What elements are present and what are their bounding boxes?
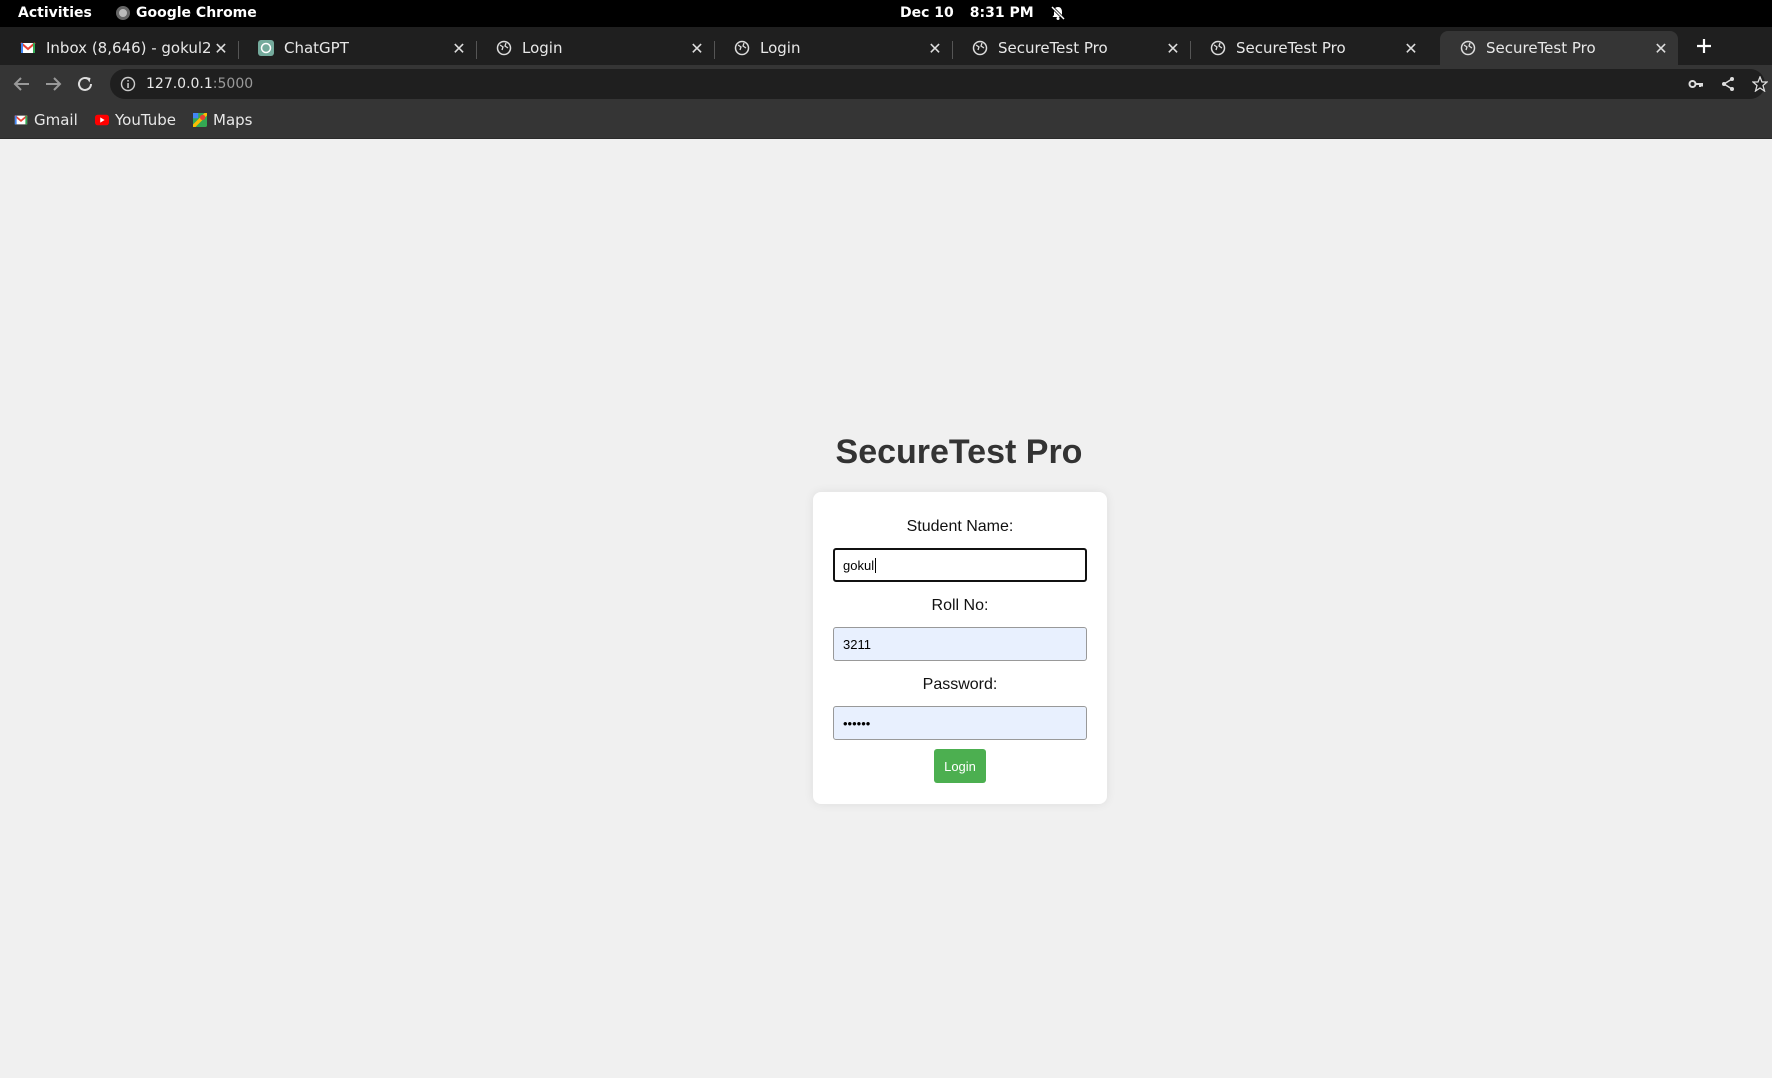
password-field[interactable]: ••••••: [833, 706, 1087, 740]
tab-title: Login: [522, 39, 563, 57]
tab-login-1[interactable]: Login ✕: [476, 31, 714, 65]
globe-icon: [734, 40, 750, 56]
plus-icon: [1697, 39, 1711, 53]
globe-icon: [1210, 40, 1226, 56]
tab-gmail-inbox[interactable]: Inbox (8,646) - gokul2003 ✕: [0, 31, 238, 65]
app-menu[interactable]: Google Chrome: [116, 5, 257, 21]
tab-securetest-2[interactable]: SecureTest Pro ✕: [1190, 31, 1428, 65]
gmail-icon: [20, 42, 36, 53]
globe-icon: [972, 40, 988, 56]
maps-icon: [193, 113, 207, 127]
tab-title: Login: [760, 39, 801, 57]
globe-icon: [496, 40, 512, 56]
clock-date: Dec 10: [900, 5, 954, 21]
clock-time: 8:31 PM: [969, 5, 1034, 21]
arrow-left-icon: [13, 77, 29, 91]
student-name-field[interactable]: gokul: [833, 548, 1087, 582]
text-caret: [875, 557, 877, 573]
globe-icon: [1460, 40, 1476, 56]
arrow-right-icon: [46, 77, 62, 91]
tab-strip: Inbox (8,646) - gokul2003 ✕ ChatGPT ✕ Lo…: [0, 27, 1772, 65]
tab-title: SecureTest Pro: [998, 39, 1108, 57]
tab-title: SecureTest Pro: [1486, 39, 1596, 57]
chatgpt-icon: [258, 40, 274, 56]
forward-button[interactable]: [41, 72, 65, 96]
bookmark-label: Gmail: [34, 111, 78, 129]
url-host: 127.0.0.1: [146, 76, 213, 92]
login-form: Student Name: gokul Roll No: 3211 Passwo…: [813, 492, 1107, 804]
bookmark-star-button[interactable]: [1750, 74, 1770, 94]
bookmark-youtube[interactable]: YouTube: [95, 111, 176, 129]
close-icon[interactable]: ✕: [210, 37, 232, 59]
chrome-icon: [116, 6, 130, 20]
address-bar[interactable]: 127.0.0.1:5000: [110, 69, 1765, 99]
bookmark-label: Maps: [213, 111, 253, 129]
login-button[interactable]: Login: [934, 749, 986, 783]
close-icon[interactable]: ✕: [924, 37, 946, 59]
star-icon: [1752, 76, 1768, 92]
password-label: Password:: [922, 676, 998, 693]
activities-button[interactable]: Activities: [18, 5, 92, 21]
reload-button[interactable]: [73, 72, 97, 96]
password-key-button[interactable]: [1686, 74, 1706, 94]
bookmarks-bar: Gmail YouTube Maps: [0, 103, 1772, 139]
tab-title: ChatGPT: [284, 39, 349, 57]
youtube-icon: [95, 114, 109, 126]
url-port: :5000: [212, 76, 254, 92]
browser-toolbar: 127.0.0.1:5000: [0, 65, 1772, 103]
tab-login-2[interactable]: Login ✕: [714, 31, 952, 65]
notifications-muted-icon: [1050, 5, 1065, 21]
bookmark-maps[interactable]: Maps: [193, 111, 252, 129]
roll-no-value: 3211: [843, 636, 871, 652]
tab-title: SecureTest Pro: [1236, 39, 1346, 57]
tab-securetest-1[interactable]: SecureTest Pro ✕: [952, 31, 1190, 65]
app-name-label: Google Chrome: [136, 5, 257, 21]
new-tab-button[interactable]: [1690, 32, 1718, 60]
clock[interactable]: Dec 10 8:31 PM: [900, 5, 1066, 21]
close-icon[interactable]: ✕: [686, 37, 708, 59]
gmail-icon: [14, 114, 28, 125]
share-icon: [1722, 77, 1734, 91]
student-name-label: Student Name:: [906, 518, 1014, 535]
close-icon[interactable]: ✕: [1400, 37, 1422, 59]
roll-no-field[interactable]: 3211: [833, 627, 1087, 661]
bookmark-gmail[interactable]: Gmail: [14, 111, 78, 129]
roll-no-label: Roll No:: [931, 597, 989, 614]
tab-title: Inbox (8,646) - gokul2003: [46, 39, 210, 57]
bookmark-label: YouTube: [115, 111, 176, 129]
page-title: SecureTest Pro: [835, 433, 1083, 471]
tab-chatgpt[interactable]: ChatGPT ✕: [238, 31, 476, 65]
site-info-icon[interactable]: [120, 76, 136, 92]
tab-securetest-active[interactable]: SecureTest Pro ✕: [1440, 31, 1678, 65]
password-value: ••••••: [843, 715, 871, 731]
key-icon: [1688, 80, 1703, 88]
system-top-bar: Activities Google Chrome Dec 10 8:31 PM: [0, 0, 1772, 27]
share-button[interactable]: [1718, 74, 1738, 94]
close-icon[interactable]: ✕: [448, 37, 470, 59]
reload-icon: [78, 76, 92, 91]
close-icon[interactable]: ✕: [1650, 37, 1672, 59]
student-name-value: gokul: [843, 557, 875, 573]
close-icon[interactable]: ✕: [1162, 37, 1184, 59]
back-button[interactable]: [10, 72, 34, 96]
page-content: SecureTest Pro Student Name: gokul Roll …: [0, 139, 1772, 1078]
